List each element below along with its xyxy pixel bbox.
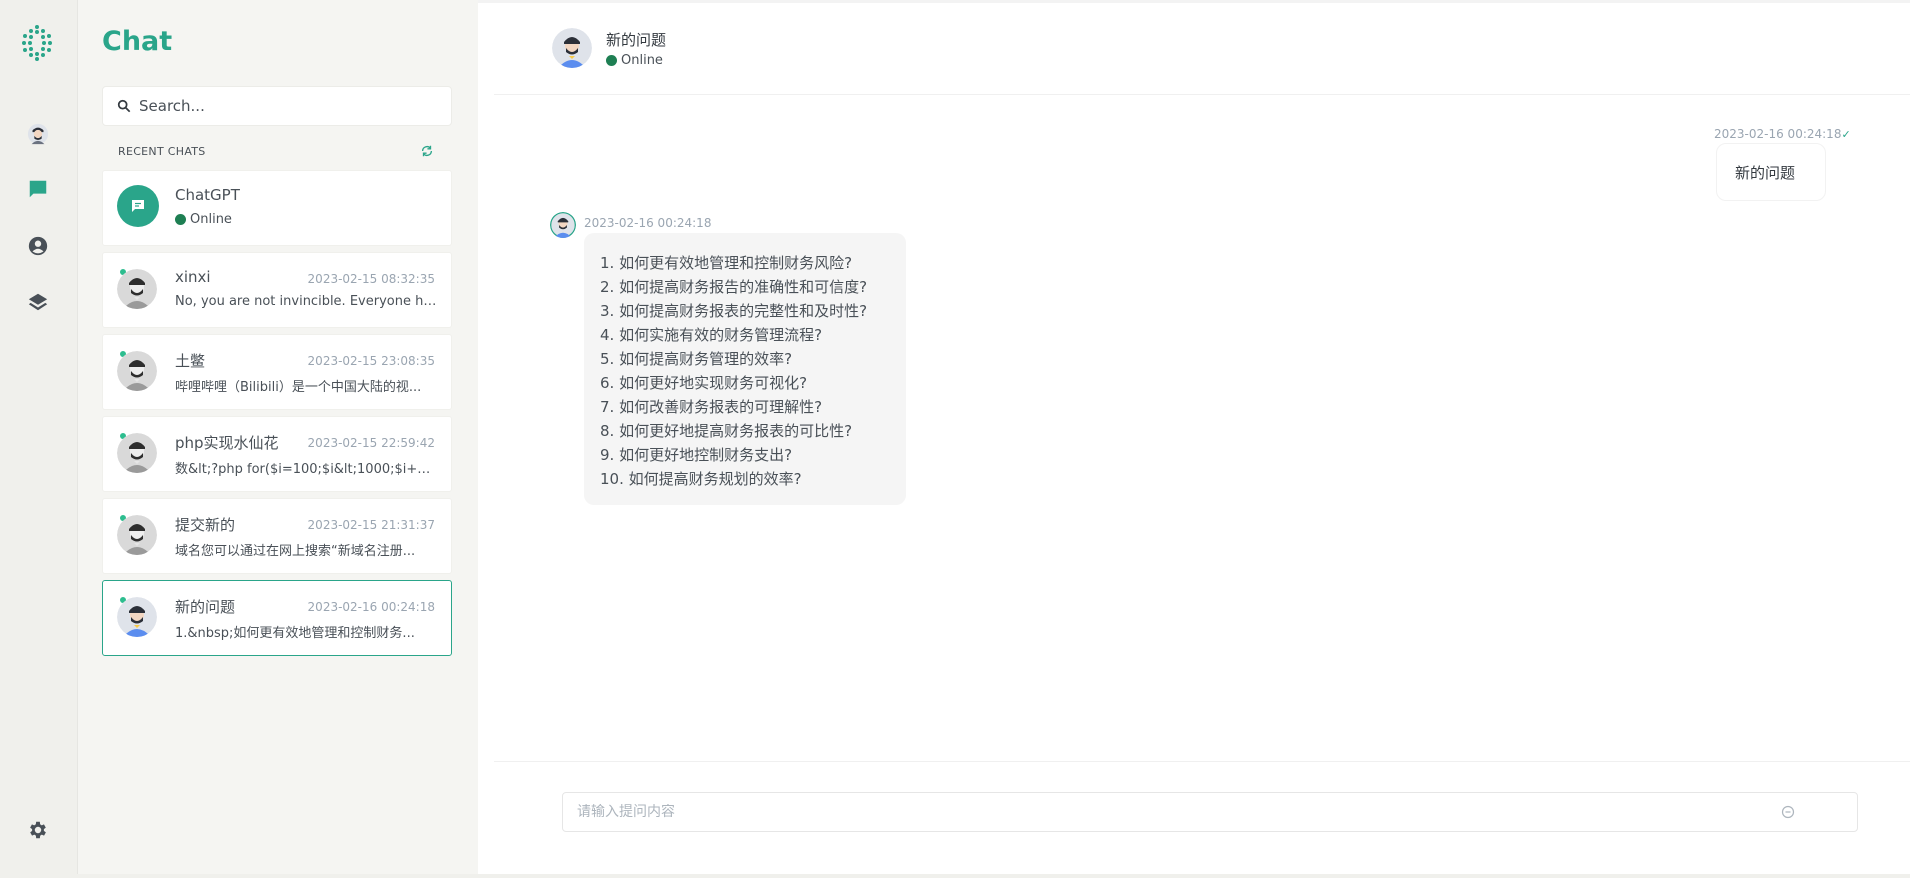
- avatar-icon: [550, 212, 576, 238]
- chat-item-tubie[interactable]: 土鳖 2023-02-15 23:08:35 哔哩哔哩（Bilibili）是一个…: [102, 334, 452, 410]
- avatar-icon: [27, 123, 49, 145]
- avatar-icon[interactable]: [552, 28, 592, 68]
- online-dot-icon: [175, 214, 186, 225]
- message-time-text: 2023-02-16 00:24:18: [1714, 127, 1842, 141]
- chat-item-php-narcissus[interactable]: php实现水仙花 2023-02-15 22:59:42 数&lt;?php f…: [102, 416, 452, 492]
- rail-settings[interactable]: [24, 816, 52, 844]
- avatar-icon: [117, 515, 157, 555]
- reply-line: 3. 如何提高财务报表的完整性和及时性?: [600, 302, 868, 320]
- chat-item-status-text: Online: [190, 212, 232, 227]
- chat-item-preview: 1.&nbsp;如何更有效地管理和控制财务...: [175, 626, 415, 641]
- chat-item-time: 2023-02-15 08:32:35: [307, 272, 435, 286]
- reply-line: 4. 如何实施有效的财务管理流程?: [600, 326, 823, 344]
- layers-icon: [28, 293, 48, 311]
- bottom-edge: [0, 874, 1910, 878]
- avatar-icon: [117, 351, 157, 391]
- send-icon[interactable]: [1781, 805, 1795, 819]
- conversation-status: Online: [606, 53, 663, 68]
- avatar-icon: [117, 269, 157, 309]
- conversation-header: 新的问题 Online: [494, 3, 1910, 95]
- chat-item-name: 新的问题: [175, 598, 236, 616]
- composer-divider: [494, 761, 1910, 762]
- chat-item-status: Online: [175, 212, 232, 227]
- check-icon: ✓: [1841, 128, 1851, 141]
- avatar-icon: [117, 433, 157, 473]
- reply-line: 2. 如何提高财务报告的准确性和可信度?: [600, 278, 868, 296]
- chat-item-name: php实现水仙花: [175, 434, 279, 452]
- conversation-title: 新的问题: [606, 31, 667, 49]
- search-input[interactable]: [139, 97, 439, 115]
- reply-line: 9. 如何更好地控制财务支出?: [600, 446, 793, 464]
- chatgpt-avatar: [117, 185, 159, 227]
- reply-line: 8. 如何更好地提高财务报表的可比性?: [600, 422, 853, 440]
- composer[interactable]: [562, 792, 1858, 832]
- chat-item-preview: 数&lt;?php for($i=100;$i&lt;1000;$i++)...: [175, 462, 439, 477]
- chat-item-preview: 域名您可以通过在网上搜索“新域名注册...: [175, 544, 416, 559]
- rail-profile-avatar[interactable]: [24, 120, 52, 148]
- rail-layers[interactable]: [24, 288, 52, 316]
- reply-line: 6. 如何更好地实现财务可视化?: [600, 374, 808, 392]
- rail-profile[interactable]: [24, 232, 52, 260]
- chat-list-panel: Chat RECENT CHATS ChatGPT: [78, 0, 478, 878]
- chat-item-time: 2023-02-15 22:59:42: [307, 436, 435, 450]
- question-input[interactable]: [577, 804, 1677, 820]
- chat-item-name: 土鳖: [175, 352, 206, 370]
- user-circle-icon: [28, 236, 48, 256]
- chat-item-new-question[interactable]: 新的问题 2023-02-16 00:24:18 1.&nbsp;如何更有效地管…: [102, 580, 452, 656]
- message-timestamp: 2023-02-16 00:24:18✓: [1714, 127, 1851, 141]
- panel-title: Chat: [102, 26, 173, 57]
- chat-item-time: 2023-02-15 21:31:37: [307, 518, 435, 532]
- chat-item-xinxi[interactable]: xinxi 2023-02-15 08:32:35 No, you are no…: [102, 252, 452, 328]
- refresh-icon[interactable]: [420, 144, 434, 158]
- reply-message-bubble: 1. 如何更有效地管理和控制财务风险? 2. 如何提高财务报告的准确性和可信度?…: [584, 233, 906, 505]
- chat-item-submit-new[interactable]: 提交新的 2023-02-15 21:31:37 域名您可以通过在网上搜索“新域…: [102, 498, 452, 574]
- chat-item-preview: No, you are not invincible. Everyone has…: [175, 294, 439, 309]
- search-icon: [117, 99, 131, 113]
- chat-item-time: 2023-02-16 00:24:18: [307, 600, 435, 614]
- chat-item-preview: 哔哩哔哩（Bilibili）是一个中国大陆的视...: [175, 380, 422, 395]
- chat-item-chatgpt[interactable]: ChatGPT Online: [102, 170, 452, 246]
- recent-chats-label: RECENT CHATS: [118, 145, 206, 158]
- logo-icon[interactable]: [20, 24, 54, 62]
- recent-chat-list: ChatGPT Online xinxi 2023-02-15 08:32:35…: [102, 170, 452, 662]
- reply-line: 5. 如何提高财务管理的效率?: [600, 350, 793, 368]
- chat-item-name: 提交新的: [175, 516, 236, 534]
- gear-icon: [30, 821, 46, 839]
- online-dot-icon: [606, 55, 617, 66]
- icon-rail: [0, 0, 78, 878]
- chat-icon: [29, 180, 47, 198]
- user-message-bubble: 新的问题: [1716, 143, 1827, 201]
- reply-line: 7. 如何改善财务报表的可理解性?: [600, 398, 823, 416]
- rail-chats[interactable]: [24, 175, 52, 203]
- avatar-icon: [117, 597, 157, 637]
- conversation-area: 新的问题 Online 2023-02-16 00:24:18✓ 新的问题 20…: [478, 0, 1910, 878]
- chat-item-name: xinxi: [175, 268, 211, 286]
- conversation-status-text: Online: [621, 53, 663, 68]
- chat-item-name: ChatGPT: [175, 186, 240, 204]
- message-icon: [132, 200, 144, 212]
- chat-item-time: 2023-02-15 23:08:35: [307, 354, 435, 368]
- message-timestamp: 2023-02-16 00:24:18: [584, 216, 712, 230]
- reply-line: 10. 如何提高财务规划的效率?: [600, 470, 802, 488]
- search-box[interactable]: [102, 86, 452, 126]
- reply-line: 1. 如何更有效地管理和控制财务风险?: [600, 254, 853, 272]
